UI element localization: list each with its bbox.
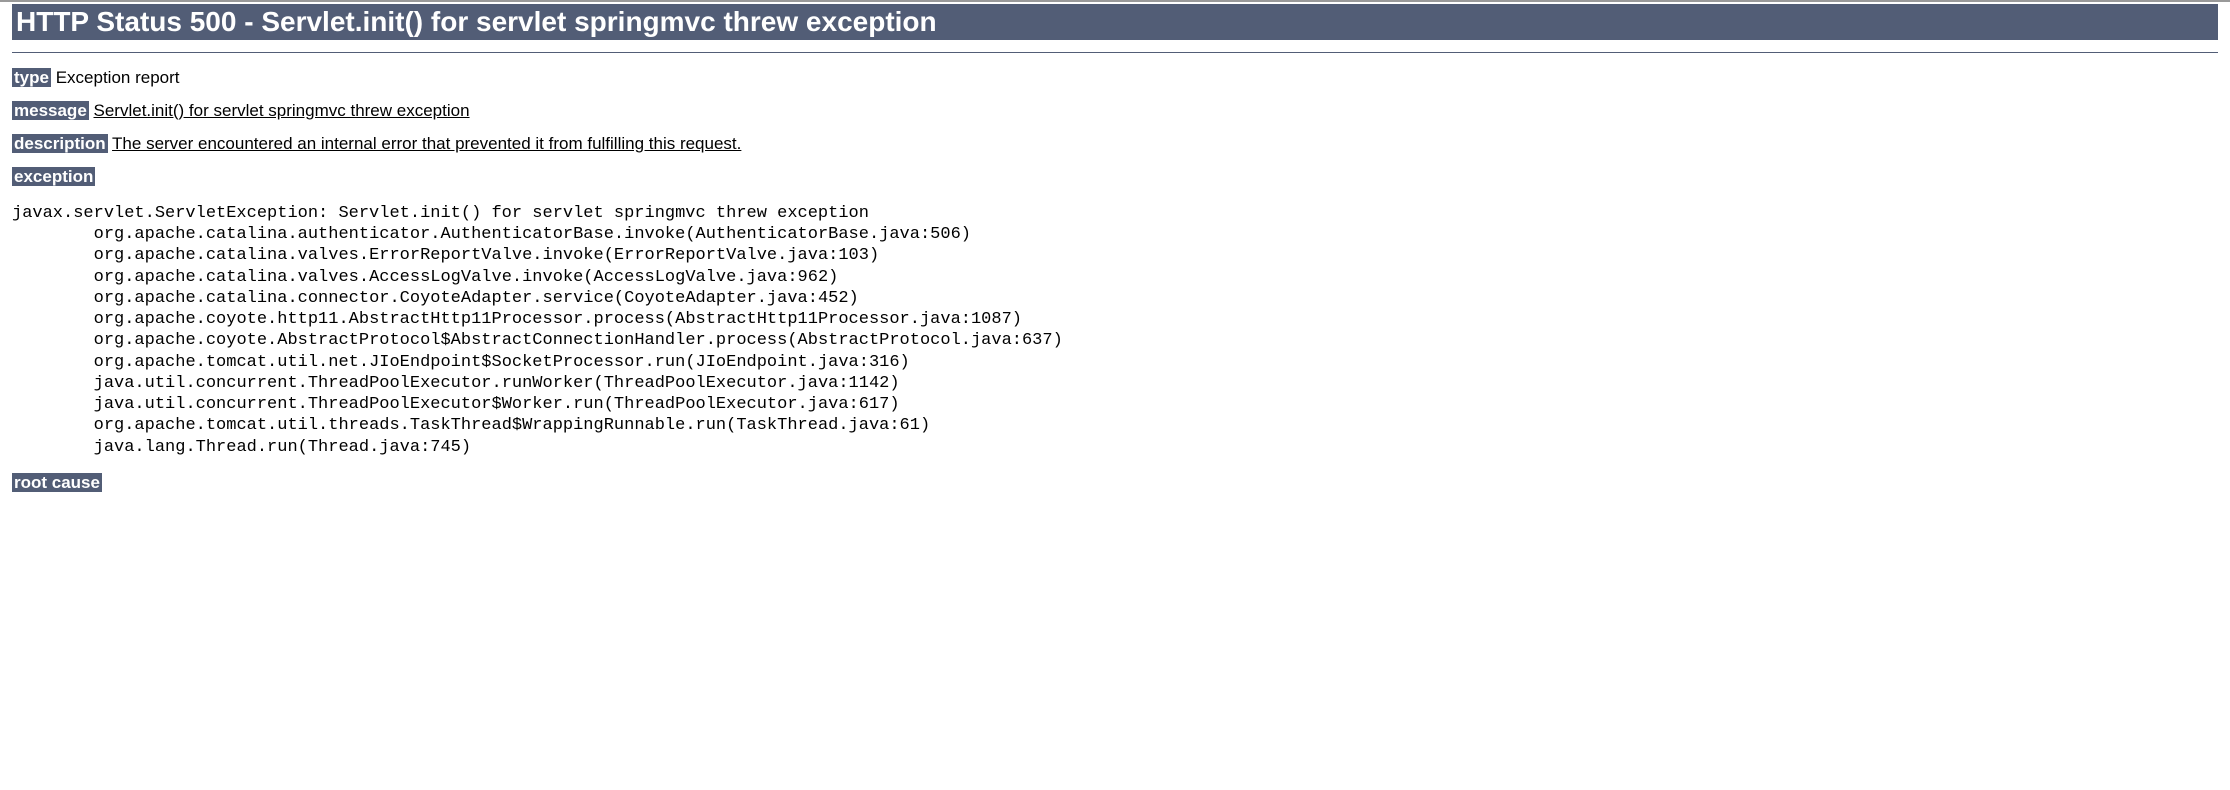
type-value: Exception report (56, 68, 180, 87)
root-cause-row: root cause (12, 472, 2218, 495)
exception-label: exception (12, 167, 95, 186)
message-row: message Servlet.init() for servlet sprin… (12, 100, 2218, 123)
root-cause-label: root cause (12, 473, 102, 492)
message-label: message (12, 101, 89, 120)
error-heading: HTTP Status 500 - Servlet.init() for ser… (12, 4, 2218, 40)
type-label: type (12, 68, 51, 87)
description-label: description (12, 134, 108, 153)
section-divider (12, 52, 2218, 53)
description-row: description The server encountered an in… (12, 133, 2218, 156)
exception-stacktrace: javax.servlet.ServletException: Servlet.… (12, 203, 2218, 458)
type-row: type Exception report (12, 67, 2218, 90)
exception-row: exception (12, 166, 2218, 189)
top-divider (0, 0, 2230, 2)
message-value: Servlet.init() for servlet springmvc thr… (94, 101, 470, 120)
description-value: The server encountered an internal error… (112, 134, 741, 153)
